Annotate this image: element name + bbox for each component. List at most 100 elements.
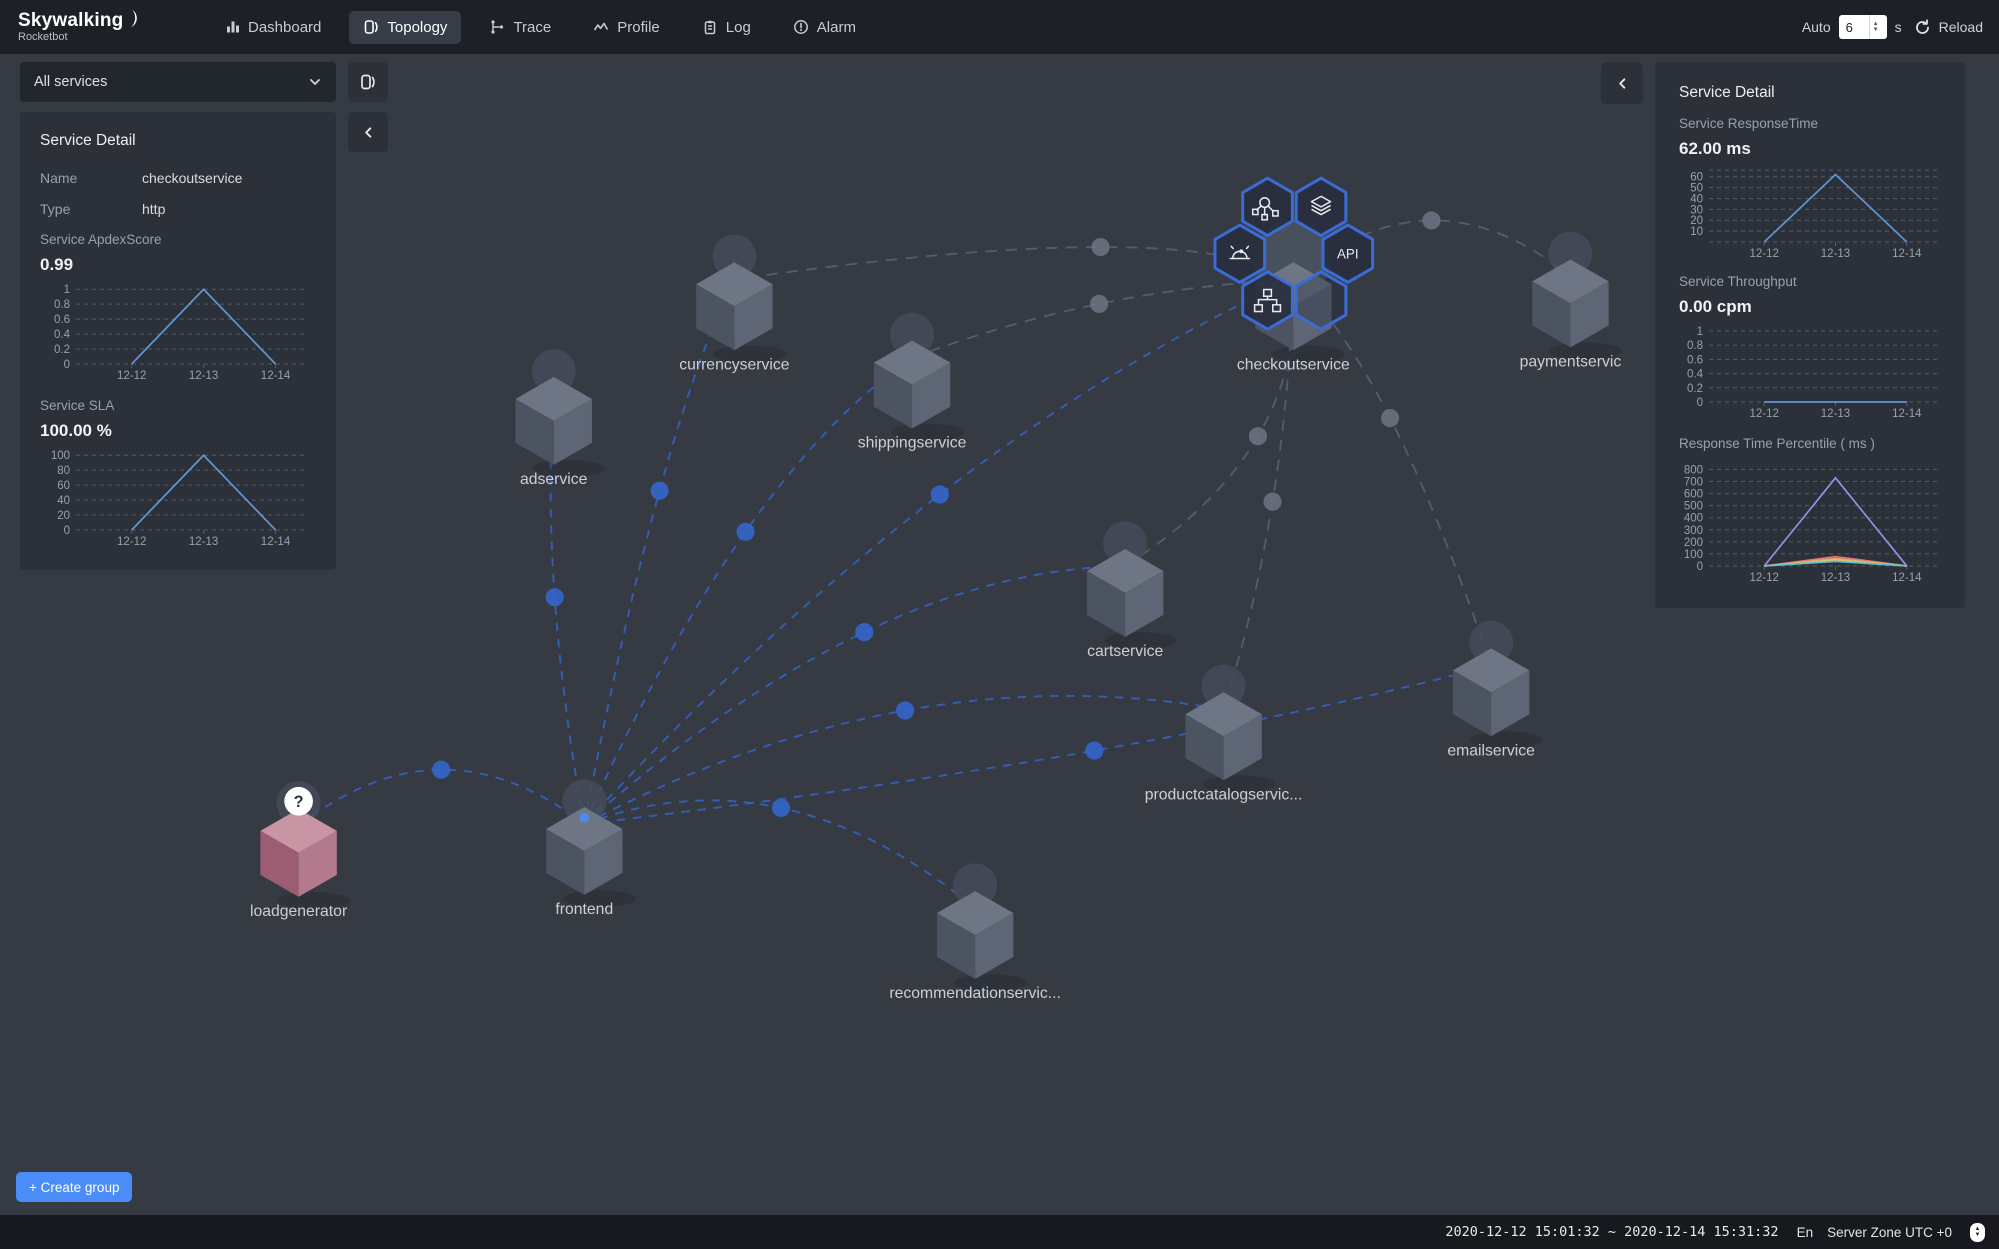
response-time-value: 62.00 ms — [1679, 139, 1947, 159]
field-type: Type http — [40, 201, 316, 217]
svg-text:?: ? — [294, 793, 304, 811]
svg-text:12-14: 12-14 — [261, 536, 291, 548]
plus-icon: + — [29, 1180, 37, 1195]
edge-dot[interactable] — [1090, 295, 1108, 313]
svg-text:12-12: 12-12 — [117, 370, 146, 382]
service-node-productcatalogservice[interactable]: productcatalogservic... — [1145, 665, 1303, 804]
nav-item-alarm[interactable]: Alarm — [779, 11, 870, 44]
timezone-stepper[interactable]: ▲▼ — [1970, 1223, 1985, 1242]
edge-dot[interactable] — [855, 623, 873, 641]
svg-text:0.6: 0.6 — [54, 314, 70, 326]
language-toggle[interactable]: En — [1797, 1225, 1814, 1240]
service-node-currencyservice[interactable]: currencyservice — [679, 235, 790, 374]
edge-dot[interactable] — [650, 482, 668, 500]
service-label: adservice — [520, 471, 588, 488]
topology-depth-button[interactable] — [348, 62, 388, 102]
hex-action-endpoint[interactable] — [1296, 178, 1346, 235]
svg-text:80: 80 — [57, 465, 70, 477]
svg-text:0.4: 0.4 — [1687, 369, 1704, 381]
hex-action-relation[interactable] — [1243, 178, 1293, 235]
edge-frontend-to-emailservice[interactable] — [584, 666, 1491, 825]
crescent-moon-icon — [122, 10, 142, 30]
nav-item-label: Topology — [387, 19, 447, 36]
profile-icon — [593, 19, 609, 35]
edge-dot[interactable] — [772, 799, 790, 817]
auto-unit: s — [1895, 19, 1902, 35]
edge-checkoutservice-to-currencyservice[interactable] — [734, 238, 1293, 280]
service-node-frontend[interactable]: frontend — [546, 779, 636, 918]
hex-action-instance[interactable] — [1243, 272, 1293, 329]
nav-item-label: Profile — [617, 19, 660, 36]
stepper-arrows-icon[interactable]: ▲▼ — [1869, 15, 1882, 39]
service-label: frontend — [555, 901, 613, 918]
server-zone-label: Server Zone UTC +0 — [1827, 1225, 1952, 1240]
edge-dot[interactable] — [1422, 211, 1440, 229]
edge-loadgenerator-to-frontend[interactable] — [299, 761, 585, 826]
svg-text:12-13: 12-13 — [189, 370, 218, 382]
footer-bar: 2020-12-12 15:01:32 ~ 2020-12-14 15:31:3… — [0, 1215, 1999, 1249]
edge-dot[interactable] — [736, 523, 754, 541]
edge-dot[interactable] — [432, 761, 450, 779]
edge-dot[interactable] — [1091, 238, 1109, 256]
nav-item-profile[interactable]: Profile — [579, 11, 674, 44]
nav-item-log[interactable]: Log — [688, 11, 765, 44]
edge-dot[interactable] — [546, 588, 564, 606]
service-node-recommendationservice[interactable]: recommendationservic... — [889, 863, 1061, 1002]
svg-text:60: 60 — [57, 480, 70, 492]
auto-reload-input[interactable] — [1839, 20, 1869, 35]
svg-text:800: 800 — [1684, 464, 1703, 476]
hex-action-api[interactable]: API — [1323, 225, 1373, 282]
svg-text:40: 40 — [57, 495, 70, 507]
reload-icon[interactable] — [1914, 19, 1931, 36]
nav-right: Auto ▲▼ s Reload — [1802, 15, 1983, 39]
service-selector[interactable]: All services — [20, 62, 336, 102]
api-icon: API — [1337, 246, 1359, 261]
service-node-cartservice[interactable]: cartservice — [1087, 521, 1177, 660]
side-buttons — [348, 62, 388, 152]
reload-label[interactable]: Reload — [1939, 19, 1983, 35]
svg-text:12-14: 12-14 — [1892, 248, 1922, 260]
service-node-loadgenerator[interactable]: ?loadgenerator — [250, 781, 350, 920]
edge-dot[interactable] — [1249, 427, 1267, 445]
nav-item-trace[interactable]: Trace — [475, 11, 565, 44]
chevron-left-icon — [1616, 77, 1629, 90]
svg-text:500: 500 — [1684, 501, 1703, 513]
service-node-shippingservice[interactable]: shippingservice — [858, 313, 967, 452]
edge-frontend-to-productcatalogservice[interactable] — [584, 696, 1223, 824]
service-detail-card: Service Detail Name checkoutservice Type… — [20, 112, 336, 570]
edge-checkoutservice-to-shippingservice[interactable] — [912, 280, 1293, 358]
nav-item-dashboard[interactable]: Dashboard — [210, 11, 335, 44]
edge-dot[interactable] — [931, 485, 949, 503]
throughput-value: 0.00 cpm — [1679, 297, 1947, 317]
trace-icon — [489, 19, 505, 35]
edge-dot[interactable] — [1263, 493, 1281, 511]
collapse-left-button[interactable] — [348, 112, 388, 152]
svg-text:12-12: 12-12 — [1749, 248, 1778, 260]
create-group-label: Create group — [41, 1180, 120, 1195]
collapse-right-button[interactable] — [1601, 62, 1643, 104]
create-group-button[interactable]: + Create group — [16, 1172, 132, 1202]
apdex-value: 0.99 — [40, 255, 316, 275]
service-node-emailservice[interactable]: emailservice — [1447, 621, 1542, 760]
nav-item-topology[interactable]: Topology — [349, 11, 461, 44]
edge-dot[interactable] — [1381, 409, 1399, 427]
edge-checkoutservice-to-emailservice[interactable] — [1293, 280, 1491, 666]
edge-frontend-to-recommendationservice[interactable] — [584, 799, 975, 908]
auto-reload-stepper[interactable]: ▲▼ — [1839, 15, 1887, 39]
hex-action-alarm[interactable] — [1215, 225, 1265, 282]
hex-action-none[interactable] — [1296, 272, 1346, 329]
edge-dot[interactable] — [896, 701, 914, 719]
time-range[interactable]: 2020-12-12 15:01:32 ~ 2020-12-14 15:31:3… — [1445, 1224, 1778, 1240]
throughput-title: Service Throughput — [1679, 274, 1947, 289]
svg-text:0.6: 0.6 — [1687, 354, 1703, 366]
svg-text:1: 1 — [1697, 326, 1703, 338]
edge-frontend-to-cartservice[interactable] — [584, 566, 1125, 824]
service-node-adservice[interactable]: adservice — [516, 349, 606, 488]
service-cube-icon — [937, 891, 1013, 979]
edge-dot[interactable] — [1085, 742, 1103, 760]
svg-text:12-13: 12-13 — [1821, 248, 1850, 260]
service-cube-icon — [696, 262, 772, 350]
logo-subtitle: Rocketbot — [18, 31, 148, 43]
edge-frontend-to-shippingservice[interactable] — [584, 358, 912, 824]
svg-text:0.2: 0.2 — [1687, 383, 1703, 395]
